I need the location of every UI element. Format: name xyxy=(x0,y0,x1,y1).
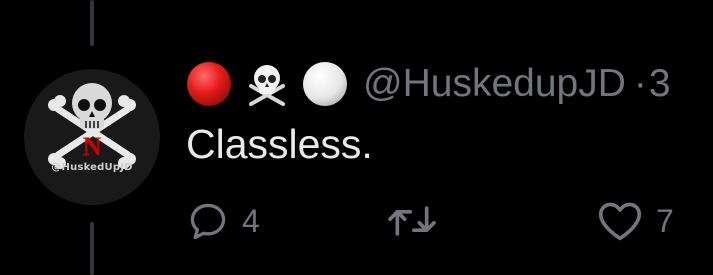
like-button[interactable]: 7 xyxy=(596,196,674,246)
reply-count: 4 xyxy=(242,202,260,239)
like-count: 7 xyxy=(656,202,674,239)
reply-icon xyxy=(190,203,226,240)
separator-dot: · xyxy=(633,62,647,105)
action-bar: 4 7 xyxy=(0,196,713,246)
white-circle-icon xyxy=(303,62,347,106)
retweet-button[interactable] xyxy=(384,196,452,246)
reply-button[interactable]: 4 xyxy=(186,196,260,246)
svg-text:N: N xyxy=(83,132,102,161)
retweet-icon xyxy=(388,206,436,236)
avatar[interactable]: N @HuskedUpJD xyxy=(24,69,160,205)
tweet-header: @HuskedupJD · 3 xyxy=(185,56,671,112)
heart-icon xyxy=(598,202,642,241)
skull-crossbones-logo: N xyxy=(48,83,136,169)
red-circle-icon xyxy=(187,62,231,106)
tweet-text: Classless. xyxy=(186,121,373,167)
timestamp[interactable]: 3 xyxy=(649,62,671,106)
avatar-handle-text: @HuskedUpJD xyxy=(51,162,133,173)
thread-line-top xyxy=(90,0,94,46)
author-handle[interactable]: @HuskedupJD xyxy=(363,62,626,106)
skull-and-crossbones-icon xyxy=(249,65,285,106)
